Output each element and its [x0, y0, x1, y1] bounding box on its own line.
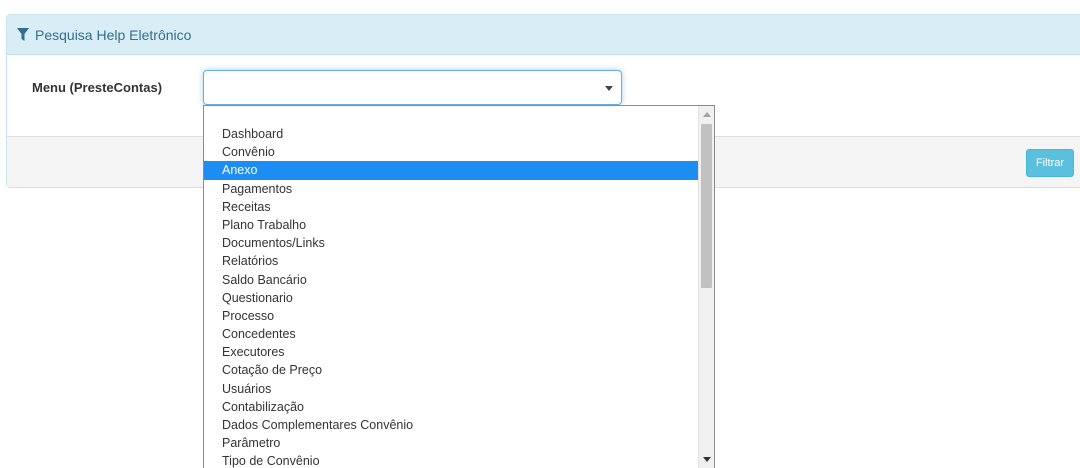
scroll-down-arrow-icon[interactable]	[703, 455, 711, 463]
menu-option[interactable]: Dados Complementares Convênio	[204, 416, 698, 434]
menu-option[interactable]: Cotação de Preço	[204, 361, 698, 379]
menu-option[interactable]: Concedentes	[204, 325, 698, 343]
filter-icon	[17, 27, 29, 41]
scrollbar-thumb[interactable]	[701, 124, 712, 288]
panel-title: Pesquisa Help Eletrônico	[35, 26, 192, 43]
menu-option[interactable]: Processo	[204, 307, 698, 325]
menu-option[interactable]: Saldo Bancário	[204, 271, 698, 289]
panel-heading: Pesquisa Help Eletrônico	[7, 15, 1080, 55]
menu-option[interactable]: Plano Trabalho	[204, 216, 698, 234]
menu-option[interactable]: Tipo de Convênio	[204, 452, 698, 468]
menu-option[interactable]: Dashboard	[204, 125, 698, 143]
menu-option[interactable]: Parâmetro	[204, 434, 698, 452]
menu-label: Menu (PresteContas)	[32, 80, 163, 95]
menu-option[interactable]: Anexo	[204, 161, 698, 180]
menu-option[interactable]: Usuários	[204, 380, 698, 398]
menu-select[interactable]	[203, 70, 622, 105]
menu-dropdown-list[interactable]: Dashboard Convênio Anexo Pagamentos Receitas…	[203, 105, 715, 468]
menu-option[interactable]: Executores	[204, 343, 698, 361]
menu-option[interactable]: Relatórios	[204, 252, 698, 270]
scroll-up-arrow-icon[interactable]	[703, 111, 711, 119]
menu-option[interactable]: Questionario	[204, 289, 698, 307]
scrollbar[interactable]	[698, 106, 714, 468]
menu-option[interactable]: Documentos/Links	[204, 234, 698, 252]
menu-option[interactable]: Contabilização	[204, 398, 698, 416]
option-list: Dashboard Convênio Anexo Pagamentos Receitas…	[204, 125, 698, 468]
menu-option[interactable]: Pagamentos	[204, 180, 698, 198]
menu-option[interactable]: Convênio	[204, 143, 698, 161]
filter-button[interactable]: Filtrar	[1026, 149, 1074, 177]
menu-option[interactable]: Receitas	[204, 198, 698, 216]
caret-down-icon	[605, 86, 613, 91]
